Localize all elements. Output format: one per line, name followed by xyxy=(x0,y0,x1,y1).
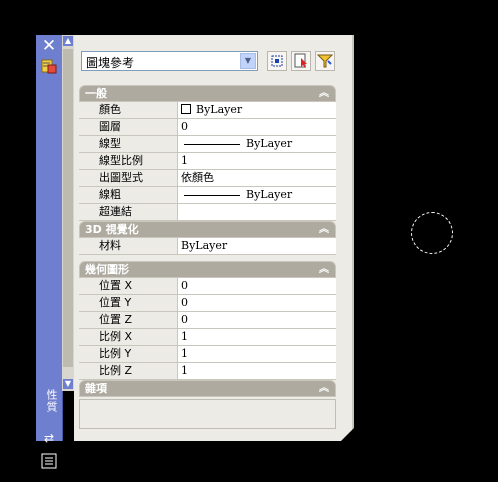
table-row[interactable]: 出圖型式 依顏色 xyxy=(79,170,336,187)
property-value[interactable]: ByLayer xyxy=(178,136,336,152)
table-row[interactable]: 比例 Y 1 xyxy=(79,346,336,363)
table-row[interactable]: 圖層 0 xyxy=(79,119,336,136)
description-area xyxy=(79,399,336,429)
section-misc-title: 雜項 xyxy=(85,382,107,395)
auto-hide-icon[interactable]: ⇄ xyxy=(39,430,59,446)
table-row[interactable]: 顏色 ByLayer xyxy=(79,102,336,119)
section-3d-visualization: 3D 視覺化 ︽ 材料 ByLayer xyxy=(79,221,336,255)
scroll-thumb[interactable] xyxy=(63,49,73,367)
linetype-sample xyxy=(184,143,240,145)
property-value[interactable]: ByLayer xyxy=(178,102,336,118)
property-value[interactable]: 0 xyxy=(178,119,336,135)
panel-corner xyxy=(340,428,354,442)
collapse-chevron-icon[interactable]: ︽ xyxy=(319,381,329,396)
collapse-chevron-icon[interactable]: ︽ xyxy=(319,222,329,237)
property-name: 比例 Y xyxy=(79,346,178,362)
quick-select-funnel-icon xyxy=(316,54,334,68)
linetype-value: ByLayer xyxy=(246,137,293,150)
section-misc-header[interactable]: 雜項 ︽ xyxy=(79,380,336,397)
property-value[interactable]: 1 xyxy=(178,363,336,379)
close-icon[interactable]: ✕ xyxy=(40,37,58,55)
table-row[interactable]: 材料 ByLayer xyxy=(79,238,336,255)
property-name: 超連結 xyxy=(79,204,178,220)
properties-panel: 圖塊參考 ▼ 一般 ︽ 顏色 ByLayer 圖層 0 線型 ByLayer 線… xyxy=(74,35,354,442)
chevron-down-icon[interactable]: ▼ xyxy=(240,53,256,69)
properties-tool-icon[interactable] xyxy=(40,57,58,75)
property-value[interactable]: 0 xyxy=(178,278,336,294)
color-swatch-icon xyxy=(181,104,191,114)
color-value: ByLayer xyxy=(196,103,243,116)
select-objects-button[interactable] xyxy=(291,51,311,71)
palette-title: 性質 xyxy=(45,389,58,413)
section-3d-title: 3D 視覺化 xyxy=(85,223,139,236)
property-value[interactable]: 依顏色 xyxy=(178,170,336,186)
table-row[interactable]: 位置 Y 0 xyxy=(79,295,336,312)
property-name: 線粗 xyxy=(79,187,178,203)
object-type-select[interactable]: 圖塊參考 ▼ xyxy=(81,51,258,71)
scroll-down-arrow-icon[interactable]: ▼ xyxy=(63,379,73,389)
palette-title-strip: ✕ 性質 ⇄ xyxy=(36,35,63,469)
table-row[interactable]: 位置 X 0 xyxy=(79,278,336,295)
property-name: 材料 xyxy=(79,238,178,254)
section-geometry-header[interactable]: 幾何圖形 ︽ xyxy=(79,261,336,278)
property-value[interactable] xyxy=(178,204,336,220)
property-value[interactable]: ByLayer xyxy=(178,238,336,254)
vertical-scrollbar[interactable]: ▲ ▼ xyxy=(62,35,74,391)
property-name: 位置 Z xyxy=(79,312,178,328)
quick-select-button[interactable] xyxy=(315,51,335,71)
section-general: 一般 ︽ 顏色 ByLayer 圖層 0 線型 ByLayer 線型比例 1 出… xyxy=(79,85,336,221)
property-name: 圖層 xyxy=(79,119,178,135)
property-name: 線型 xyxy=(79,136,178,152)
property-value[interactable]: 1 xyxy=(178,153,336,169)
table-row[interactable]: 線粗 ByLayer xyxy=(79,187,336,204)
property-name: 位置 Y xyxy=(79,295,178,311)
section-general-header[interactable]: 一般 ︽ xyxy=(79,85,336,102)
property-name: 出圖型式 xyxy=(79,170,178,186)
property-name: 位置 X xyxy=(79,278,178,294)
section-3d-header[interactable]: 3D 視覺化 ︽ xyxy=(79,221,336,238)
collapse-chevron-icon[interactable]: ︽ xyxy=(319,86,329,101)
property-value[interactable]: 0 xyxy=(178,312,336,328)
table-row[interactable]: 位置 Z 0 xyxy=(79,312,336,329)
collapse-chevron-icon[interactable]: ︽ xyxy=(319,262,329,277)
table-row[interactable]: 線型比例 1 xyxy=(79,153,336,170)
select-objects-icon xyxy=(294,53,307,68)
property-name: 比例 X xyxy=(79,329,178,345)
section-misc: 雜項 ︽ xyxy=(79,380,336,397)
scroll-up-arrow-icon[interactable]: ▲ xyxy=(63,36,73,46)
section-general-title: 一般 xyxy=(85,87,107,100)
lineweight-value: ByLayer xyxy=(246,188,293,201)
property-value[interactable]: 1 xyxy=(178,346,336,362)
section-geometry-title: 幾何圖形 xyxy=(85,263,129,276)
pickadd-icon xyxy=(271,55,283,67)
table-row[interactable]: 超連結 xyxy=(79,204,336,221)
property-name: 線型比例 xyxy=(79,153,178,169)
property-name: 比例 Z xyxy=(79,363,178,379)
palette-menu-icon[interactable] xyxy=(40,452,58,470)
table-row[interactable]: 比例 Z 1 xyxy=(79,363,336,380)
property-value[interactable]: 1 xyxy=(178,329,336,345)
property-name: 顏色 xyxy=(79,102,178,118)
property-value[interactable]: 0 xyxy=(178,295,336,311)
section-geometry: 幾何圖形 ︽ 位置 X 0 位置 Y 0 位置 Z 0 比例 X 1 比例 Y … xyxy=(79,261,336,380)
object-type-value: 圖塊參考 xyxy=(86,56,135,70)
selected-circle-object[interactable] xyxy=(411,212,453,254)
lineweight-sample xyxy=(184,194,240,196)
table-row[interactable]: 比例 X 1 xyxy=(79,329,336,346)
toggle-pickadd-button[interactable] xyxy=(267,51,287,71)
property-value[interactable]: ByLayer xyxy=(178,187,336,203)
table-row[interactable]: 線型 ByLayer xyxy=(79,136,336,153)
